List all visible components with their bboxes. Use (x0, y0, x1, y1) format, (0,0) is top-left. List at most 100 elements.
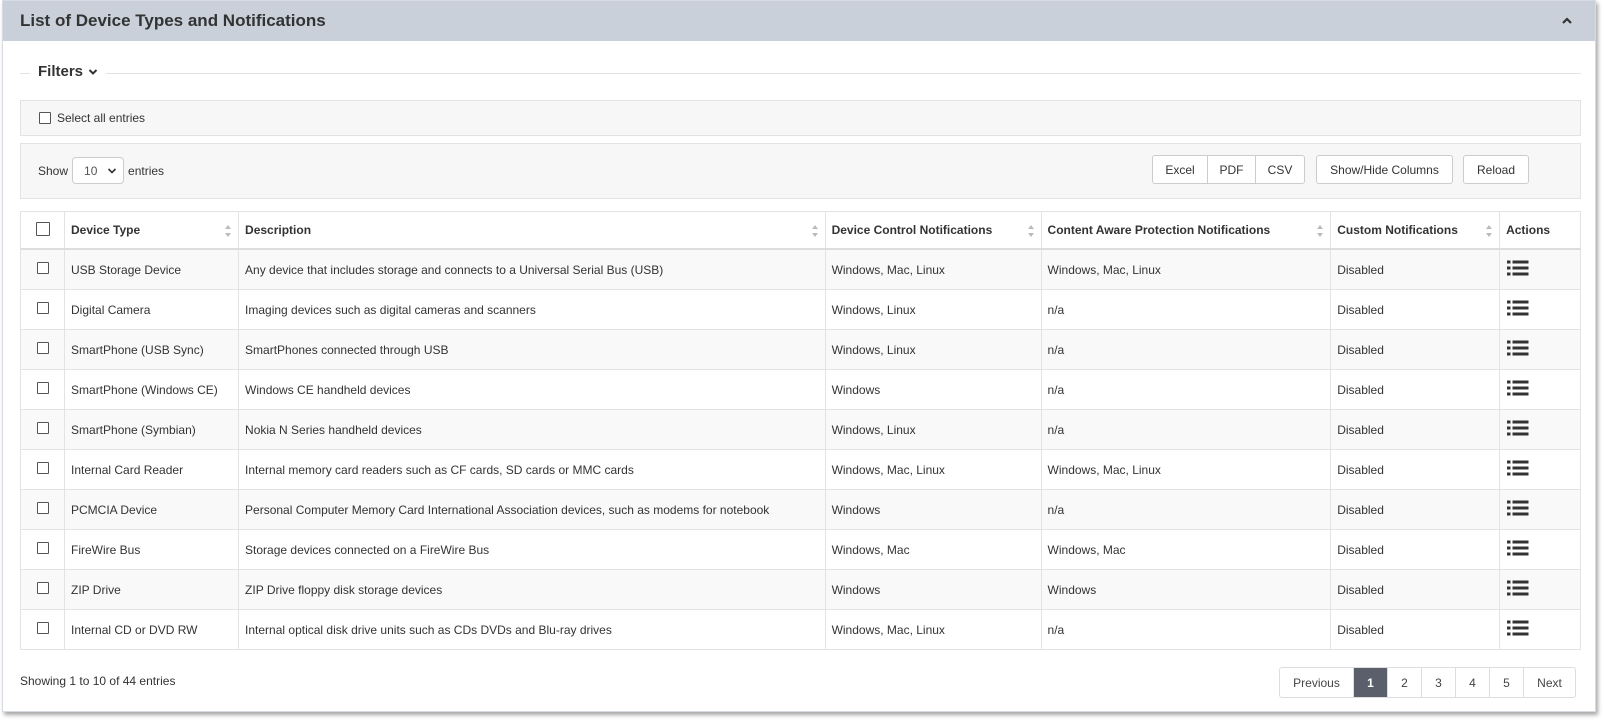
row-checkbox-cell (19, 489, 66, 530)
header-device-type-label: Device Type (71, 223, 141, 237)
row-checkbox[interactable] (36, 262, 49, 274)
page-button-3[interactable]: 3 (1421, 668, 1455, 697)
cell-custom: Disabled (1330, 329, 1501, 370)
cell-device-control: Windows, Mac, Linux (824, 248, 1042, 290)
table-row: Internal CD or DVD RW Internal optical di… (19, 609, 1581, 650)
panel-header: List of Device Types and Notifications (3, 1, 1595, 41)
show-hide-columns-button[interactable]: Show/Hide Columns (1316, 155, 1453, 184)
cell-custom: Disabled (1330, 409, 1501, 450)
header-content-aware-label: Content Aware Protection Notifications (1047, 223, 1271, 237)
filters-label: Filters (38, 63, 84, 80)
row-checkbox-cell (19, 248, 66, 290)
cell-actions (1499, 329, 1581, 370)
filters-section: Filters (20, 63, 1581, 85)
table-toolbar: Show 10 entries Excel PDF CSV Show/Hide … (20, 143, 1581, 199)
cell-actions (1499, 529, 1581, 570)
table-row: SmartPhone (USB Sync) SmartPhones connect… (19, 329, 1581, 370)
row-checkbox[interactable] (36, 502, 49, 514)
sort-icon (1317, 225, 1324, 237)
cell-description: Windows CE handheld devices (238, 369, 826, 410)
cell-device-type: USB Storage Device (64, 248, 240, 290)
page-button-4[interactable]: 4 (1455, 668, 1489, 697)
list-icon[interactable] (1506, 579, 1530, 597)
row-checkbox[interactable] (36, 342, 49, 354)
sort-icon (1486, 225, 1493, 237)
list-icon[interactable] (1506, 299, 1530, 317)
entries-select[interactable]: 10 (72, 157, 125, 184)
table-row: ZIP Drive ZIP Drive floppy disk storage d… (19, 569, 1581, 610)
header-select-checkbox[interactable] (35, 221, 50, 236)
header-device-type[interactable]: Device Type (64, 211, 240, 250)
excel-button[interactable]: Excel (1152, 155, 1208, 184)
select-all-bar: Select all entries (20, 100, 1581, 136)
cell-actions (1499, 369, 1581, 410)
cell-description: Internal optical disk drive units such a… (238, 609, 826, 650)
header-device-control-label: Device Control Notifications (831, 223, 993, 237)
cell-device-control: Windows (824, 369, 1042, 410)
row-checkbox[interactable] (36, 422, 49, 434)
row-checkbox[interactable] (36, 622, 49, 634)
list-icon[interactable] (1506, 419, 1530, 437)
cell-custom: Disabled (1330, 569, 1501, 610)
table-row: FireWire Bus Storage devices connected on… (19, 529, 1581, 570)
select-all-checkbox[interactable] (39, 112, 51, 124)
chevron-up-icon[interactable] (1559, 13, 1575, 29)
reload-button[interactable]: Reload (1463, 155, 1529, 184)
row-checkbox[interactable] (36, 542, 49, 554)
cell-actions (1499, 489, 1581, 530)
next-page-button[interactable]: Next (1523, 668, 1575, 697)
cell-device-control: Windows (824, 569, 1042, 610)
header-custom-label: Custom Notifications (1337, 223, 1458, 237)
panel-title: List of Device Types and Notifications (20, 11, 326, 30)
cell-description: Storage devices connected on a FireWire … (238, 529, 826, 570)
table-header-row: Device Type Description Device Control N… (19, 211, 1581, 250)
header-custom[interactable]: Custom Notifications (1330, 211, 1501, 250)
sort-icon (811, 225, 818, 237)
csv-button[interactable]: CSV (1255, 155, 1305, 184)
header-checkbox-cell (19, 211, 66, 250)
filters-toggle[interactable]: Filters (30, 63, 107, 80)
list-icon[interactable] (1506, 539, 1530, 557)
header-content-aware[interactable]: Content Aware Protection Notifications (1040, 211, 1332, 250)
cell-actions (1499, 289, 1581, 330)
row-checkbox[interactable] (36, 302, 49, 314)
list-icon[interactable] (1506, 499, 1530, 517)
cell-content-aware: n/a (1040, 329, 1332, 370)
cell-content-aware: Windows, Mac (1040, 529, 1332, 570)
show-label: Show (38, 163, 69, 178)
device-types-table: Device Type Description Device Control N… (19, 211, 1581, 650)
row-checkbox-cell (19, 409, 66, 450)
page-button-2[interactable]: 2 (1387, 668, 1421, 697)
entries-label: entries (128, 163, 165, 178)
row-checkbox[interactable] (36, 582, 49, 594)
row-checkbox-cell (19, 369, 66, 410)
table-body: USB Storage Device Any device that includ… (19, 248, 1581, 650)
header-device-control[interactable]: Device Control Notifications (824, 211, 1042, 250)
cell-device-type: SmartPhone (Symbian) (64, 409, 240, 450)
pdf-button[interactable]: PDF (1207, 155, 1256, 184)
table-row: SmartPhone (Windows CE) Windows CE handhe… (19, 369, 1581, 410)
table-row: Digital Camera Imaging devices such as di… (19, 289, 1581, 330)
cell-description: Any device that includes storage and con… (238, 248, 826, 290)
header-description[interactable]: Description (238, 211, 826, 250)
table-row: PCMCIA Device Personal Computer Memory Ca… (19, 489, 1581, 530)
previous-page-button[interactable]: Previous (1280, 668, 1353, 697)
sort-icon (1027, 225, 1034, 237)
list-icon[interactable] (1506, 259, 1530, 277)
cell-content-aware: n/a (1040, 489, 1332, 530)
chevron-down-icon (88, 68, 98, 75)
page-button-1[interactable]: 1 (1353, 668, 1387, 697)
cell-actions (1499, 248, 1581, 290)
row-checkbox[interactable] (36, 382, 49, 394)
cell-device-control: Windows, Mac, Linux (824, 609, 1042, 650)
cell-device-control: Windows, Mac (824, 529, 1042, 570)
row-checkbox[interactable] (36, 462, 49, 474)
list-icon[interactable] (1506, 619, 1530, 637)
cell-device-type: PCMCIA Device (64, 489, 240, 530)
list-icon[interactable] (1506, 379, 1530, 397)
list-icon[interactable] (1506, 339, 1530, 357)
cell-device-type: SmartPhone (USB Sync) (64, 329, 240, 370)
page-button-5[interactable]: 5 (1489, 668, 1523, 697)
cell-device-type: FireWire Bus (64, 529, 240, 570)
list-icon[interactable] (1506, 459, 1530, 477)
